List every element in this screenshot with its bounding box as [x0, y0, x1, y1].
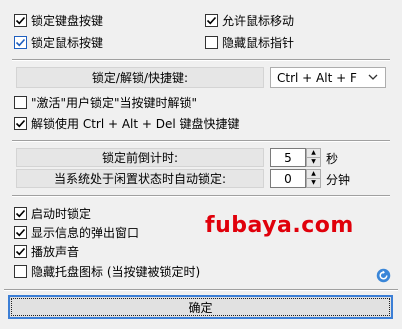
idle-input[interactable]: 0 — [270, 169, 306, 188]
activate-user-lock-checkbox[interactable]: "激活"用户锁定"当按键时解锁" — [14, 93, 197, 111]
hide-tray-label: 隐藏托盘图标 (当按键被锁定时) — [31, 264, 201, 279]
spin-down-icon[interactable]: ▼ — [307, 179, 320, 188]
lock-keyboard-checkbox[interactable]: 锁定键盘按键 — [14, 11, 103, 29]
allow-mouse-move-label: 允许鼠标移动 — [222, 13, 295, 28]
play-sound-checkbox[interactable]: 播放声音 — [14, 242, 79, 260]
chevron-down-icon — [368, 74, 378, 80]
hide-cursor-checkbox[interactable]: 隐藏鼠标指针 — [205, 33, 294, 51]
check-icon — [14, 225, 27, 239]
ok-button[interactable]: 确定 — [8, 295, 393, 319]
countdown-spinner[interactable]: ▲ ▼ — [306, 148, 321, 167]
spin-up-icon[interactable]: ▲ — [307, 149, 320, 158]
spin-down-icon[interactable]: ▼ — [307, 158, 320, 167]
unchecked-box — [14, 95, 27, 109]
hide-cursor-label: 隐藏鼠标指针 — [222, 35, 295, 50]
divider — [12, 195, 390, 197]
hide-tray-checkbox[interactable]: 隐藏托盘图标 (当按键被锁定时) — [14, 262, 200, 280]
ctrl-alt-del-checkbox[interactable]: 解锁使用 Ctrl + Alt + Del 键盘快捷键 — [14, 114, 240, 132]
countdown-unit: 秒 — [326, 152, 339, 166]
allow-mouse-move-checkbox[interactable]: 允许鼠标移动 — [205, 11, 294, 29]
check-icon — [14, 244, 27, 258]
idle-unit: 分钟 — [326, 173, 351, 187]
hotkey-dropdown[interactable]: Ctrl + Alt + F — [270, 67, 386, 88]
show-popup-checkbox[interactable]: 显示信息的弹出窗口 — [14, 223, 139, 241]
lock-keyboard-label: 锁定键盘按键 — [31, 13, 104, 28]
lock-settings-dialog: { "options": { "lock_keyboard": { "label… — [0, 0, 402, 329]
unchecked-box — [205, 35, 218, 49]
check-icon — [14, 206, 27, 220]
check-icon — [14, 13, 27, 27]
spin-up-icon[interactable]: ▲ — [307, 170, 320, 179]
hotkey-value: Ctrl + Alt + F — [277, 70, 357, 85]
divider — [12, 59, 390, 61]
divider — [12, 140, 390, 142]
play-sound-label: 播放声音 — [31, 244, 80, 259]
idle-label: 当系统处于闲置状态时自动锁定: — [16, 169, 264, 188]
countdown-label: 锁定前倒计时: — [16, 148, 264, 167]
watermark-text: fubaya.com — [205, 213, 354, 238]
hotkey-label: 锁定/解锁/快捷键: — [16, 67, 264, 88]
lock-on-start-label: 启动时锁定 — [31, 206, 92, 221]
check-icon — [14, 35, 27, 49]
lock-mouse-label: 锁定鼠标按键 — [31, 35, 104, 50]
refresh-icon[interactable] — [376, 268, 391, 283]
ok-button-label: 确定 — [188, 300, 213, 315]
lock-mouse-checkbox[interactable]: 锁定鼠标按键 — [14, 33, 103, 51]
show-popup-label: 显示信息的弹出窗口 — [31, 225, 140, 240]
idle-spinner[interactable]: ▲ ▼ — [306, 169, 321, 188]
divider — [4, 289, 398, 291]
unchecked-box — [14, 264, 27, 278]
activate-user-lock-label: "激活"用户锁定"当按键时解锁" — [31, 95, 198, 110]
lock-on-start-checkbox[interactable]: 启动时锁定 — [14, 204, 91, 222]
countdown-input[interactable]: 5 — [270, 148, 306, 167]
ctrl-alt-del-label: 解锁使用 Ctrl + Alt + Del 键盘快捷键 — [31, 116, 240, 131]
check-icon — [14, 116, 27, 130]
check-icon — [205, 13, 218, 27]
